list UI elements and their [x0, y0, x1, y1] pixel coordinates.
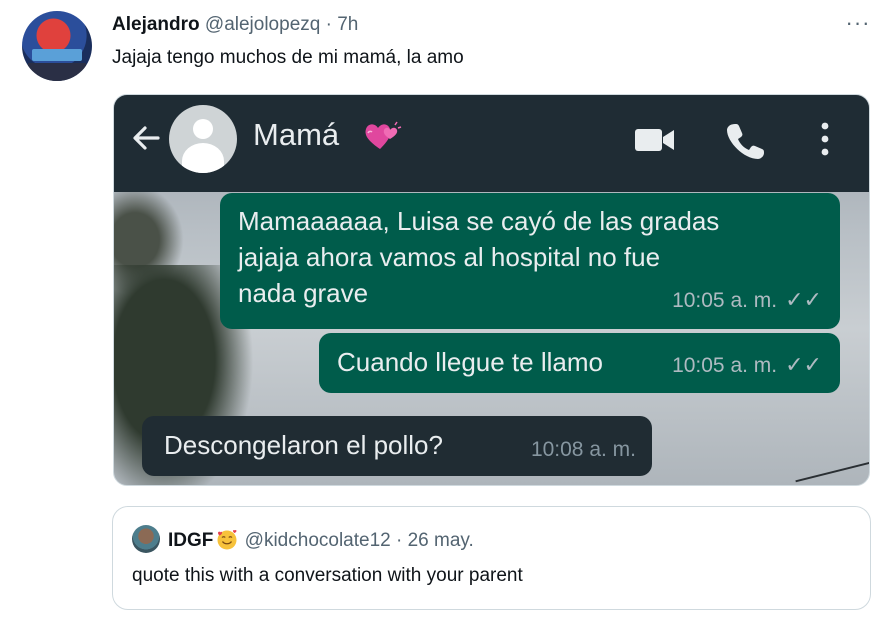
- author-avatar[interactable]: [22, 11, 92, 81]
- avatar-head-shape: [193, 119, 213, 139]
- header-separator: ·: [325, 14, 332, 35]
- quoted-author-avatar[interactable]: [132, 525, 160, 553]
- video-call-icon[interactable]: [634, 125, 676, 155]
- author-handle[interactable]: @alejolopezq: [205, 14, 320, 35]
- background-wire-shape: [795, 453, 869, 483]
- quoted-author-name[interactable]: IDGF: [168, 530, 213, 551]
- chat-header-bar: Mamá: [114, 95, 869, 192]
- avatar-body-shape: [182, 143, 224, 173]
- tweet-time[interactable]: 7h: [337, 14, 358, 35]
- chat-message-outgoing: Cuando llegue te llamo 10:05 a. m. ✓✓: [319, 333, 840, 393]
- message-meta: 10:05 a. m. ✓✓: [672, 347, 822, 384]
- more-options-icon[interactable]: ···: [842, 12, 874, 40]
- quoted-author-handle[interactable]: @kidchocolate12: [245, 530, 391, 551]
- phone-call-icon[interactable]: [727, 121, 765, 159]
- smiling-face-with-hearts-emoji-icon: [217, 529, 237, 550]
- tweet-text: Jajaja tengo muchos de mi mamá, la amo: [112, 47, 464, 68]
- tweet-header: Alejandro @alejolopezq · 7h: [112, 14, 358, 36]
- quoted-header-separator: ·: [396, 530, 403, 551]
- contact-avatar-icon[interactable]: [169, 105, 237, 173]
- chat-message-outgoing: Mamaaaaaa, Luisa se cayó de las gradas j…: [220, 193, 840, 329]
- back-arrow-icon[interactable]: [128, 120, 164, 156]
- read-ticks-icon: ✓✓: [785, 287, 822, 312]
- read-ticks-icon: ✓✓: [785, 352, 822, 377]
- avatar-sign-shape: [32, 49, 82, 61]
- hearts-emoji-icon: [365, 121, 402, 149]
- message-time: 10:05 a. m.: [672, 289, 778, 312]
- message-time: 10:05 a. m.: [672, 354, 778, 377]
- quoted-tweet-text: quote this with a conversation with your…: [132, 565, 523, 586]
- quoted-tweet-header: IDGF @kidchocolate12 · 26 may.: [168, 528, 474, 552]
- message-time: 10:08 a. m.: [530, 438, 636, 461]
- avatar-base-shape: [28, 63, 86, 81]
- quoted-tweet-card[interactable]: IDGF @kidchocolate12 · 26 may. quote thi…: [112, 506, 871, 610]
- chat-message-incoming: Descongelaron el pollo? 10:08 a. m.: [142, 416, 652, 476]
- quoted-tweet-date[interactable]: 26 may.: [408, 530, 474, 551]
- author-name[interactable]: Alejandro: [112, 14, 200, 35]
- message-meta: 10:05 a. m. ✓✓: [672, 282, 822, 319]
- contact-name[interactable]: Mamá: [253, 117, 339, 153]
- kebab-menu-icon[interactable]: [817, 121, 833, 157]
- tweet-media-screenshot[interactable]: Mamá Mamaaaaaa, Luisa se cayó de las gra…: [113, 94, 870, 486]
